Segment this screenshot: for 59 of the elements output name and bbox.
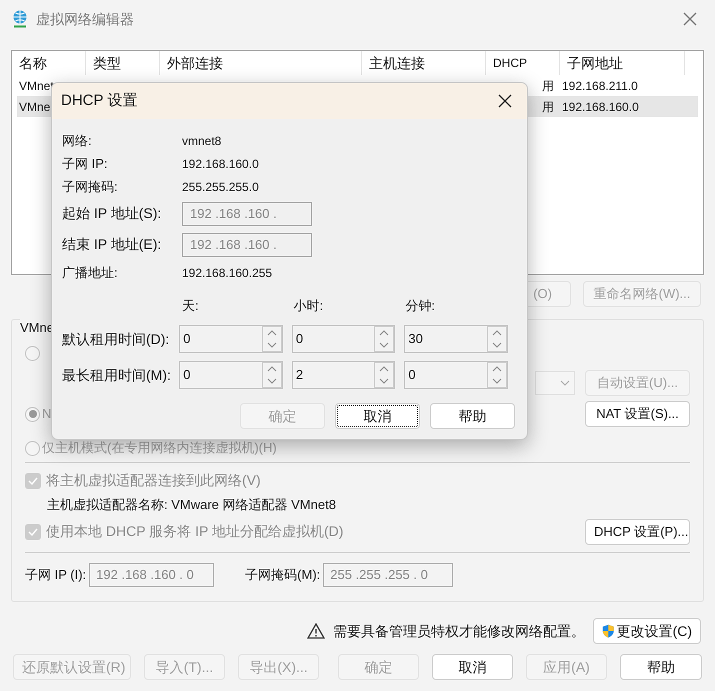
column-label: 分钟: xyxy=(405,297,436,316)
field-label: 子网掩码: xyxy=(62,178,119,196)
window-title: 虚拟网络编辑器 xyxy=(36,10,134,28)
chevron-down-icon xyxy=(560,380,570,386)
table-cell: 用 xyxy=(542,100,554,114)
column-label: 天: xyxy=(182,297,200,316)
field-value: 192.168.160.255 xyxy=(182,265,272,282)
spin-arrows-icon[interactable] xyxy=(374,362,394,388)
field-label: 最长租用时间(M): xyxy=(62,366,172,385)
button[interactable]: NAT 设置(S)... xyxy=(585,401,690,427)
shield-icon xyxy=(602,622,615,640)
table-cell: 192.168.160.0 xyxy=(562,100,639,114)
dropdown[interactable] xyxy=(535,371,575,395)
adapter-name-text: 主机虚拟适配器名称: VMware 网络适配器 VMnet8 xyxy=(47,496,337,514)
spin-box[interactable]: 30 xyxy=(404,325,508,353)
column-header[interactable]: 主机连接 xyxy=(362,51,486,75)
field-label: 结束 IP 地址(E): xyxy=(62,235,162,254)
field-label: 广播地址: xyxy=(62,264,119,282)
table-cell: 192.168.211.0 xyxy=(562,78,638,92)
checkmark-icon xyxy=(28,476,38,484)
field-value: 255.255.255.0 xyxy=(182,178,259,196)
warning-icon xyxy=(307,623,325,639)
dialog-title: DHCP 设置 xyxy=(61,90,138,111)
field-label: 子网 IP (I): xyxy=(25,566,86,584)
spin-box[interactable]: 0 xyxy=(179,361,283,389)
field-label: 子网 IP: xyxy=(62,154,109,173)
field-label: 网络: xyxy=(62,132,93,150)
button[interactable]: 更改设置(C) xyxy=(593,618,701,644)
field-value: 192.168.160.0 xyxy=(182,156,259,172)
spin-box[interactable]: 0 xyxy=(292,325,396,353)
field-label: 默认租用时间(D): xyxy=(62,330,170,349)
spin-arrows-icon[interactable] xyxy=(374,326,394,352)
button[interactable]: 取消 xyxy=(432,654,513,680)
column-header[interactable]: 类型 xyxy=(86,51,160,75)
spin-arrows-icon[interactable] xyxy=(487,362,507,388)
table-cell: 用 xyxy=(542,78,554,92)
spin-arrows-icon[interactable] xyxy=(262,326,282,352)
spin-box[interactable]: 0 xyxy=(179,325,283,353)
column-label: 小时: xyxy=(294,297,324,316)
column-header[interactable]: 子网地址 xyxy=(560,51,685,75)
button[interactable]: 帮助 xyxy=(620,654,702,680)
field-label: 起始 IP 地址(S): xyxy=(62,204,162,223)
spin-arrows-icon[interactable] xyxy=(487,326,507,352)
spin-box[interactable]: 0 xyxy=(404,361,508,389)
field-value: vmnet8 xyxy=(182,132,222,150)
button[interactable]: DHCP 设置(P)... xyxy=(585,518,690,544)
spin-box[interactable]: 2 xyxy=(292,361,396,389)
column-header[interactable]: 名称 xyxy=(12,51,86,75)
column-header[interactable]: 外部连接 xyxy=(160,51,362,75)
admin-notice: 需要具备管理员特权才能修改网络配置。 xyxy=(333,622,585,640)
table-cell: VMne xyxy=(19,100,50,114)
close-icon[interactable] xyxy=(498,94,512,108)
column-header[interactable]: DHCP xyxy=(486,51,560,75)
checkmark-icon xyxy=(28,528,38,536)
spin-arrows-icon[interactable] xyxy=(262,362,282,388)
button[interactable]: 取消 xyxy=(335,403,420,429)
field-label: 子网掩码(M): xyxy=(245,566,320,584)
globe-icon xyxy=(12,10,28,28)
button[interactable]: 帮助 xyxy=(430,403,515,429)
